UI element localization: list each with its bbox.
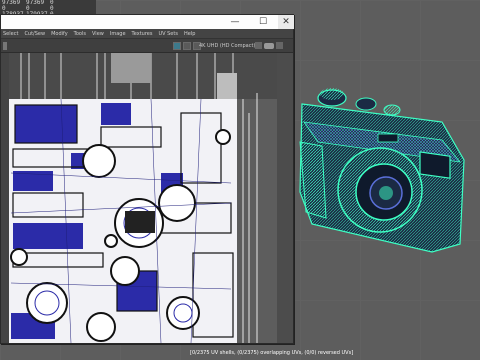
menu-image[interactable]: Image — [110, 29, 126, 38]
camera-model-wireframe[interactable] — [292, 82, 480, 262]
maya-viewport[interactable]: 97369973690 000 1789371799370 — ☐ ✕ Sele… — [0, 0, 480, 360]
display-mode-icon[interactable] — [173, 42, 181, 50]
shutter-button — [383, 104, 401, 116]
uv-editor-titlebar[interactable]: — ☐ ✕ — [1, 15, 294, 29]
uv-layout — [1, 53, 293, 343]
uv-editor-toolbar: 4K UHD (HD Compact) — [1, 39, 293, 53]
uv-canvas[interactable] — [1, 53, 293, 343]
minimize-button[interactable]: — — [227, 15, 243, 29]
menu-modify[interactable]: Modify — [51, 29, 68, 38]
uv-dark-shell — [125, 211, 155, 233]
mode-dial — [355, 97, 377, 111]
exposure-icon[interactable] — [255, 42, 262, 49]
uv-grey-patch — [217, 73, 237, 99]
menu-textures[interactable]: Textures — [132, 29, 153, 38]
menu-view[interactable]: View — [92, 29, 104, 38]
uv-editor-menubar: Select Cut/Sew Modify Tools View Image T… — [1, 29, 293, 39]
maximize-button[interactable]: ☐ — [255, 15, 271, 29]
menu-help[interactable]: Help — [184, 29, 195, 38]
menu-select[interactable]: Select — [3, 29, 18, 38]
brand-plate — [377, 133, 399, 143]
uv-grey-patch — [111, 53, 151, 83]
toolbar-right-group — [255, 42, 283, 49]
menu-cut-sew[interactable]: Cut/Sew — [24, 29, 45, 38]
checker-icon[interactable] — [183, 42, 191, 50]
gamma-icon[interactable] — [276, 42, 283, 49]
camera-grip — [299, 141, 327, 219]
close-button[interactable]: ✕ — [278, 15, 294, 29]
shutter-dial-top — [320, 88, 344, 100]
menu-uv-sets[interactable]: UV Sets — [158, 29, 178, 38]
toolbar-handle-icon[interactable] — [3, 42, 7, 50]
uv-ruler-right[interactable] — [277, 53, 293, 343]
exposure-slider[interactable] — [264, 42, 274, 49]
uv-ruler-left — [1, 53, 9, 343]
toolbar-icon-group — [173, 42, 201, 50]
resolution-dropdown[interactable]: 4K UHD (HD Compact) — [199, 42, 255, 50]
uv-editor-window[interactable]: — ☐ ✕ Select Cut/Sew Modify Tools View I… — [0, 14, 294, 344]
menu-tools[interactable]: Tools — [74, 29, 86, 38]
lens-center — [379, 186, 393, 200]
uv-status-text: [0/2375 UV shells, (0/2375) overlapping … — [190, 350, 354, 356]
viewfinder-window — [419, 151, 451, 179]
